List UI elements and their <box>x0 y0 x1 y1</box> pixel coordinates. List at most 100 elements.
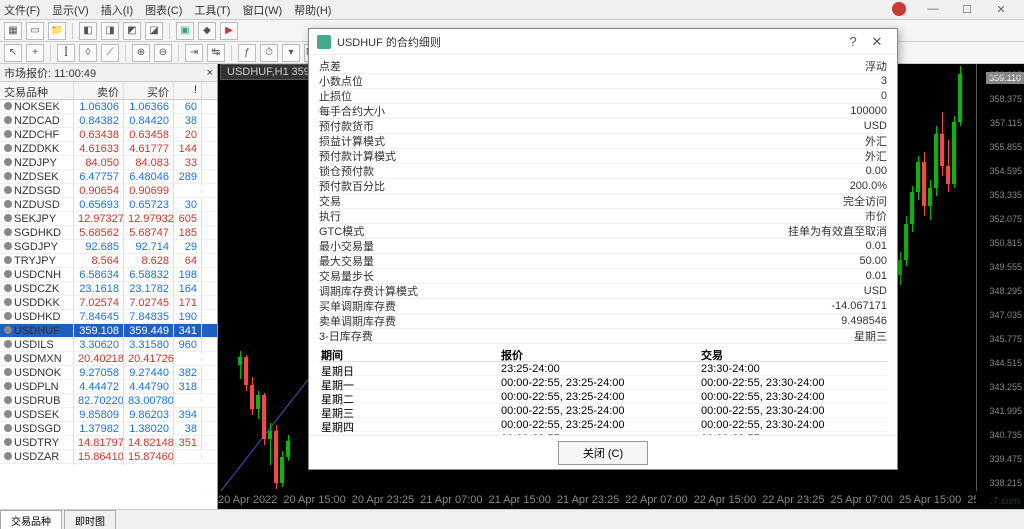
crosshair-icon[interactable]: + <box>26 44 44 62</box>
property-row: 点差浮动 <box>319 59 887 74</box>
close-icon[interactable]: ✕ <box>994 2 1008 16</box>
candle <box>256 391 260 419</box>
y-tick: 347.035 <box>989 310 1022 320</box>
x-tick: 22 Apr 23:25 <box>762 494 824 506</box>
property-row: 3-日库存费星期三 <box>319 329 887 344</box>
x-tick: 20 Apr 15:00 <box>283 494 345 506</box>
property-row: 交易完全访问 <box>319 194 887 209</box>
property-row: 小数点位3 <box>319 74 887 89</box>
auto-scroll-icon[interactable]: ⇥ <box>185 44 203 62</box>
y-tick: 338.215 <box>989 478 1022 488</box>
menu-help[interactable]: 帮助(H) <box>294 2 331 18</box>
cursor-icon[interactable]: ↖ <box>4 44 22 62</box>
periods-icon[interactable]: ⏱ <box>260 44 278 62</box>
notification-badge[interactable]: 3 <box>892 2 906 16</box>
candle <box>262 393 266 445</box>
x-tick: 25 Apr 15:00 <box>899 494 961 506</box>
y-tick: 343.255 <box>989 382 1022 392</box>
maximize-icon[interactable]: ☐ <box>960 2 974 16</box>
candle <box>946 140 950 192</box>
property-row: 预付款百分比200.0% <box>319 179 887 194</box>
new-order-icon[interactable]: ▣ <box>176 22 194 40</box>
menu-file[interactable]: 文件(F) <box>4 2 40 18</box>
dialog-icon <box>317 35 331 49</box>
close-button[interactable]: 关闭 (C) <box>558 441 648 465</box>
sched-col-trade: 交易 <box>699 346 887 361</box>
property-row: 执行市价 <box>319 209 887 224</box>
zoom-out-icon[interactable]: ⊖ <box>154 44 172 62</box>
x-tick: 21 Apr 23:25 <box>557 494 619 506</box>
col-symbol[interactable]: 交易品种 <box>0 82 74 99</box>
line-chart-icon[interactable]: ⟋ <box>101 44 119 62</box>
minimize-icon[interactable]: — <box>926 2 940 16</box>
profile-icon[interactable]: ▭ <box>26 22 44 40</box>
y-tick: 341.995 <box>989 406 1022 416</box>
property-row: 交易量步长0.01 <box>319 269 887 284</box>
watermark: .7.com <box>990 496 1020 507</box>
candle <box>904 216 908 266</box>
candle <box>244 355 248 391</box>
property-row: GTC模式挂单为有效直至取消 <box>319 224 887 239</box>
y-tick: 355.855 <box>989 142 1022 152</box>
property-row: 每手合约大小100000 <box>319 104 887 119</box>
y-tick: 344.515 <box>989 358 1022 368</box>
terminal-icon[interactable]: ◪ <box>145 22 163 40</box>
candle <box>250 377 254 415</box>
candle <box>922 152 926 216</box>
property-row: 预付款货币USD <box>319 119 887 134</box>
x-tick: 20 Apr 23:25 <box>352 494 414 506</box>
x-tick: 25 Apr 23:25 <box>967 494 976 506</box>
col-ask[interactable]: 买价 <box>124 82 174 99</box>
schedule-row: 星期三00:00-22:55, 23:25-24:0000:00-22:55, … <box>319 404 887 418</box>
tab-symbols[interactable]: 交易品种 <box>0 510 62 529</box>
dialog-help-icon[interactable]: ? <box>841 34 865 49</box>
col-bid[interactable]: 卖价 <box>74 82 124 99</box>
y-tick: 353.335 <box>989 190 1022 200</box>
candle-chart-icon[interactable]: ◊ <box>79 44 97 62</box>
y-tick: 339.475 <box>989 454 1022 464</box>
candle <box>268 423 272 465</box>
schedule-row: 星期四00:00-22:55, 23:25-24:0000:00-22:55, … <box>319 418 887 432</box>
menu-view[interactable]: 显示(V) <box>52 2 89 18</box>
menu-insert[interactable]: 插入(I) <box>101 2 133 18</box>
zoom-in-icon[interactable]: ⊕ <box>132 44 150 62</box>
y-tick: 358.375 <box>989 94 1022 104</box>
menu-window[interactable]: 窗口(W) <box>242 2 282 18</box>
bar-chart-icon[interactable]: ⫿ <box>57 44 75 62</box>
menu-tools[interactable]: 工具(T) <box>194 2 230 18</box>
contract-spec-dialog: USDHUF 的合约细则 ? ✕ 点差浮动小数点位3止损位0每手合约大小1000… <box>308 28 898 470</box>
data-window-icon[interactable]: ◨ <box>101 22 119 40</box>
property-row: 最小交易量0.01 <box>319 239 887 254</box>
new-chart-icon[interactable]: ▦ <box>4 22 22 40</box>
schedule-row: 星期日23:25-24:0023:30-24:00 <box>319 362 887 376</box>
y-tick: 349.555 <box>989 262 1022 272</box>
property-row: 损益计算模式外汇 <box>319 134 887 149</box>
panel-close-icon[interactable]: × <box>207 67 213 79</box>
folder-icon[interactable]: 📁 <box>48 22 66 40</box>
indicators-icon[interactable]: ƒ <box>238 44 256 62</box>
candle <box>934 126 938 196</box>
symbol-row[interactable]: USDZAR15.8641015.87460 <box>0 450 217 464</box>
x-tick: 22 Apr 07:00 <box>625 494 687 506</box>
x-axis: 20 Apr 202220 Apr 15:0020 Apr 23:2521 Ap… <box>218 491 976 509</box>
property-row: 卖单调期库存费9.498546 <box>319 314 887 329</box>
y-tick: 340.735 <box>989 430 1022 440</box>
metaeditor-icon[interactable]: ◆ <box>198 22 216 40</box>
property-row: 止损位0 <box>319 89 887 104</box>
sched-col-quote: 报价 <box>499 346 699 361</box>
menu-chart[interactable]: 图表(C) <box>145 2 182 18</box>
market-watch-icon[interactable]: ◧ <box>79 22 97 40</box>
tab-tick-chart[interactable]: 即时图 <box>64 510 116 529</box>
chart-shift-icon[interactable]: ↹ <box>207 44 225 62</box>
col-spread[interactable]: ! <box>174 82 202 99</box>
navigator-icon[interactable]: ◩ <box>123 22 141 40</box>
x-tick: 22 Apr 15:00 <box>694 494 756 506</box>
x-tick: 21 Apr 15:00 <box>489 494 551 506</box>
templates-icon[interactable]: ▾ <box>282 44 300 62</box>
autotrading-icon[interactable]: ▶ <box>220 22 238 40</box>
schedule-row: 星期一00:00-22:55, 23:25-24:0000:00-22:55, … <box>319 376 887 390</box>
candle <box>952 116 956 188</box>
sched-col-period: 期间 <box>319 346 499 361</box>
property-row: 锁仓预付款0.00 <box>319 164 887 179</box>
dialog-close-icon[interactable]: ✕ <box>865 34 889 50</box>
